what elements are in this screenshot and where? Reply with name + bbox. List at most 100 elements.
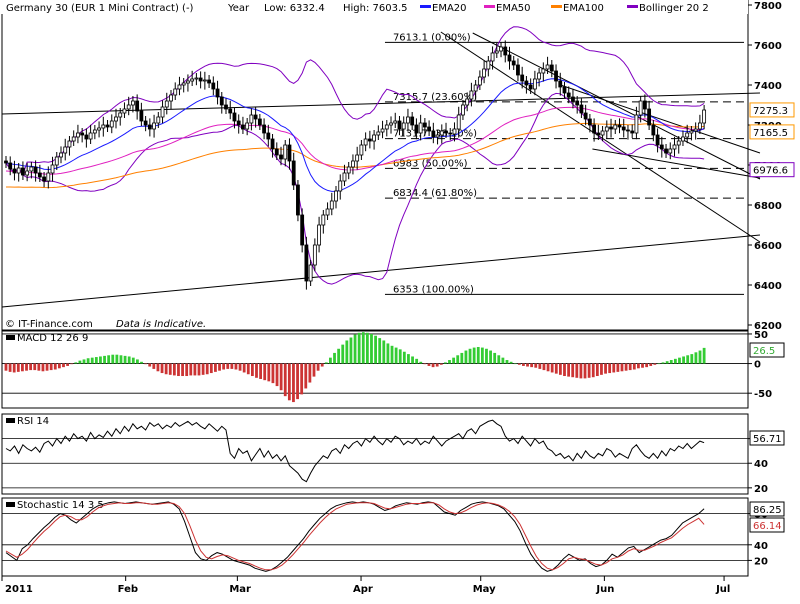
macd-bar [193, 363, 197, 376]
candle-body [334, 190, 338, 202]
candle-body [617, 124, 622, 128]
candle-body [287, 144, 292, 162]
instrument-title: Germany 30 (EUR 1 Mini Contract) (-) [6, 3, 194, 14]
price-ytick-label: 7400 [754, 81, 782, 92]
xtick-label-5: Jun [595, 584, 614, 595]
macd-bar [407, 354, 410, 364]
candle-body [177, 84, 182, 90]
macd-bar [259, 363, 263, 379]
candle-body [554, 70, 558, 82]
macd-bar [123, 355, 127, 364]
xtick-label-0: 2011 [5, 584, 33, 595]
macd-bar [345, 340, 349, 364]
macd-bar [501, 357, 505, 364]
candle-body [609, 126, 613, 130]
macd-bar [632, 363, 636, 370]
candle-body [642, 100, 647, 110]
macd-bar [304, 363, 308, 389]
candle-body [33, 166, 38, 174]
price-label-0: 7275.3 [753, 106, 788, 117]
macd-bar [152, 363, 156, 369]
macd-bar [661, 362, 665, 364]
macd-bar [82, 359, 86, 364]
candle-body [224, 104, 228, 110]
candle-body [25, 170, 30, 176]
candle-body [270, 138, 275, 150]
macd-bar [423, 363, 427, 365]
macd-bar [300, 363, 304, 395]
macd-bar [90, 357, 94, 364]
macd-bar [452, 357, 456, 364]
candle-body [88, 132, 93, 140]
macd-bar [234, 363, 238, 370]
xtick-label-1: Feb [118, 584, 138, 595]
candle-body [97, 127, 101, 131]
macd-bar [353, 334, 357, 364]
macd-bar [370, 333, 373, 364]
macd-bar [509, 361, 513, 364]
candle-body [541, 68, 546, 74]
macd-bar [218, 363, 221, 371]
candle-body [431, 130, 436, 138]
xtick-label-4: May [473, 584, 496, 595]
macd-bar [641, 363, 644, 368]
rsi-plot-area [1, 413, 749, 495]
macd-bar [443, 362, 447, 364]
macd-bar [230, 363, 234, 369]
stochastic-panel: 804020Stochastic 14 3 586.2566.14 [1, 497, 785, 577]
candle-body [532, 78, 537, 90]
candle-body [490, 52, 495, 62]
candle-body [558, 80, 563, 88]
candle-body [444, 130, 448, 134]
candle-body [410, 116, 415, 126]
macd-bar [571, 363, 575, 378]
candle-body [329, 200, 334, 210]
macd-bar [8, 363, 12, 372]
macd-bar [144, 363, 148, 365]
candle-body [190, 78, 195, 82]
candle-body [126, 104, 131, 110]
candle-body [524, 80, 529, 86]
macd-bar [209, 363, 213, 374]
macd-ytick-label: 50 [754, 330, 768, 341]
macd-bar [374, 335, 377, 364]
candle-body [528, 84, 533, 90]
candle-body [393, 120, 398, 124]
candle-body [321, 214, 326, 226]
macd-bar [505, 360, 509, 364]
chart-header: Germany 30 (EUR 1 Mini Contract) (-) Yea… [0, 0, 748, 14]
macd-bar [107, 355, 111, 364]
macd-bar [411, 356, 414, 364]
candle-body [147, 124, 152, 130]
macd-bar [333, 352, 336, 364]
macd-bar [398, 349, 402, 364]
macd-title: MACD 12 26 9 [17, 333, 88, 344]
candle-body [651, 124, 656, 136]
macd-bar [308, 363, 312, 383]
price-ytick-label: 6600 [754, 241, 782, 252]
stoch-ytick-label: 20 [754, 556, 768, 567]
macd-bar [296, 363, 299, 400]
macd-bar [21, 363, 24, 372]
candle-body [304, 244, 309, 282]
macd-bar [156, 363, 160, 372]
macd-bar [131, 357, 135, 364]
macd-bar [485, 348, 488, 364]
macd-bar [226, 363, 230, 369]
candle-body [338, 180, 343, 192]
candle-body [638, 100, 643, 116]
candle-body [545, 64, 550, 70]
candle-body [435, 134, 440, 138]
macd-bar [127, 356, 131, 364]
candle-body [384, 124, 389, 130]
macd-bar [25, 363, 28, 371]
candle-body [668, 148, 673, 154]
macd-bar [649, 363, 653, 366]
candle-body [42, 176, 46, 182]
candle-body [312, 244, 317, 266]
macd-bar [439, 363, 443, 365]
candle-body [241, 124, 245, 130]
candle-body [67, 140, 72, 148]
macd-bar [365, 332, 369, 364]
legend-swatch-3 [627, 5, 638, 8]
